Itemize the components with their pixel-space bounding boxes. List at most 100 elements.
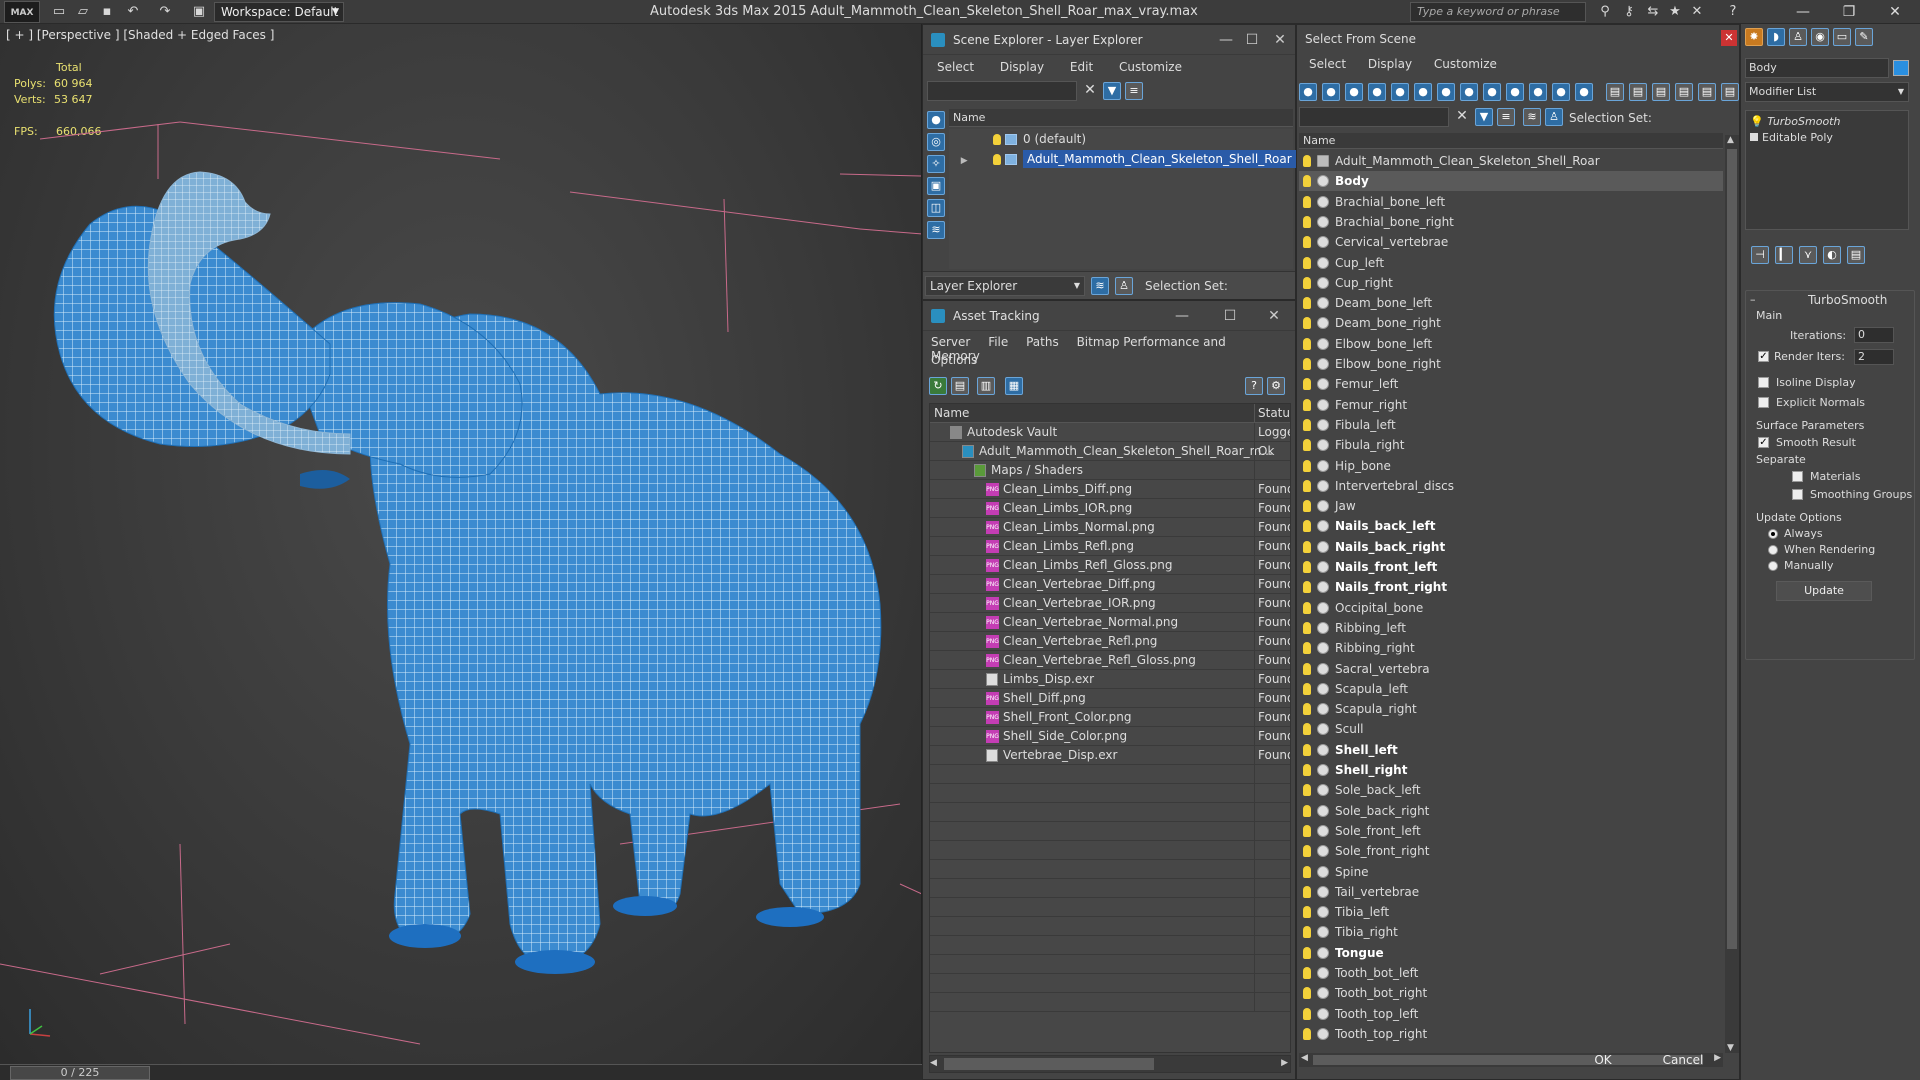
always-radio[interactable] <box>1768 529 1778 539</box>
light-bulb-icon[interactable] <box>1303 500 1311 513</box>
table-row[interactable]: PNG Clean_Vertebrae_Diff.png Found <box>930 575 1290 594</box>
menu-options[interactable]: Options <box>931 353 977 367</box>
table-row[interactable]: PNG Clean_Vertebrae_Normal.png Found <box>930 613 1290 632</box>
project-icon[interactable]: ▣ <box>190 3 208 21</box>
help-icon[interactable]: ? <box>1245 377 1263 395</box>
show-end-result-icon[interactable]: ▎ <box>1775 246 1793 264</box>
ok-button[interactable]: OK <box>1567 1049 1639 1073</box>
table-row[interactable]: Limbs_Disp.exr Found <box>930 670 1290 689</box>
display-children-icon[interactable]: ▤ <box>1698 83 1716 101</box>
light-bulb-icon[interactable] <box>1303 906 1311 919</box>
menu-file[interactable]: File <box>988 335 1008 349</box>
rollout-title[interactable]: TurboSmooth <box>1808 293 1887 307</box>
expand-arrow-icon[interactable]: ▶ <box>955 151 993 171</box>
light-bulb-icon[interactable] <box>1303 358 1311 370</box>
list-item[interactable]: Jaw <box>1299 496 1723 516</box>
frame-indicator[interactable]: 0 / 225 <box>10 1066 150 1080</box>
layer-mode-icon[interactable]: ≋ <box>1091 277 1109 295</box>
list-item[interactable]: Scapula_left <box>1299 679 1723 699</box>
light-bulb-icon[interactable] <box>1303 723 1311 736</box>
menu-select[interactable]: Select <box>937 60 974 74</box>
scroll-thumb[interactable] <box>944 1058 1154 1070</box>
table-row[interactable] <box>930 841 1290 860</box>
table-row[interactable] <box>930 860 1290 879</box>
list-item[interactable]: Scull <box>1299 719 1723 739</box>
stack-item-turbosmooth[interactable]: 💡 TurboSmooth <box>1750 115 1840 128</box>
layer-row-mammoth[interactable]: ▶ Adult_Mammoth_Clean_Skeleton_Shell_Roar <box>949 149 1296 171</box>
menu-select[interactable]: Select <box>1309 57 1346 71</box>
display-geometry-icon[interactable]: ● <box>927 111 945 129</box>
iterations-spinner[interactable]: 0 <box>1854 327 1894 343</box>
list-item[interactable]: Scapula_right <box>1299 699 1723 719</box>
configure-modifier-icon[interactable]: ▤ <box>1847 246 1865 264</box>
clear-icon[interactable]: ✕ <box>1081 82 1099 100</box>
vertical-scrollbar[interactable]: ▲ ▼ <box>1725 135 1739 1053</box>
list-item[interactable]: Deam_bone_right <box>1299 313 1723 333</box>
list-item[interactable]: Tail_vertebrae <box>1299 882 1723 902</box>
close-x-icon[interactable]: ✕ <box>1688 3 1706 21</box>
table-row[interactable]: PNG Clean_Vertebrae_Refl.png Found <box>930 632 1290 651</box>
close-button[interactable]: ✕ <box>1269 29 1291 51</box>
list-item[interactable]: Femur_right <box>1299 395 1723 415</box>
table-row[interactable] <box>930 993 1290 1012</box>
light-bulb-icon[interactable] <box>1303 215 1311 228</box>
save-icon[interactable]: ▪ <box>98 3 116 21</box>
clear-icon[interactable]: ✕ <box>1453 108 1471 126</box>
hierarchy-tab-icon[interactable]: ♙ <box>1789 28 1807 46</box>
display-helpers-icon[interactable]: ◫ <box>927 199 945 217</box>
menu-paths[interactable]: Paths <box>1026 335 1059 349</box>
light-bulb-icon[interactable] <box>1303 276 1311 289</box>
name-column-header[interactable]: Name <box>1299 133 1723 149</box>
find-input[interactable] <box>1299 107 1449 127</box>
restore-button[interactable]: ❐ <box>1830 0 1868 24</box>
table-view-icon[interactable]: ▦ <box>1005 377 1023 395</box>
find-case-icon[interactable]: ▤ <box>1721 83 1739 101</box>
light-bulb-icon[interactable] <box>1303 155 1311 167</box>
hierarchy-mode-icon[interactable]: ♙ <box>1115 277 1133 295</box>
light-bulb-icon[interactable] <box>1303 621 1311 634</box>
list-item[interactable]: Tibia_right <box>1299 922 1723 942</box>
table-row[interactable]: PNG Clean_Limbs_Diff.png Found <box>930 480 1290 499</box>
table-row[interactable] <box>930 765 1290 784</box>
make-unique-icon[interactable]: ⋎ <box>1799 246 1817 264</box>
light-bulb-icon[interactable] <box>1303 865 1311 878</box>
light-bulb-icon[interactable] <box>1303 175 1311 188</box>
close-button[interactable]: ✕ <box>1263 305 1285 327</box>
light-bulb-icon[interactable] <box>1303 256 1311 269</box>
list-item[interactable]: Cup_right <box>1299 273 1723 293</box>
light-bulb-icon[interactable] <box>1303 662 1311 675</box>
menu-customize[interactable]: Customize <box>1119 60 1182 74</box>
display-shapes-icon[interactable]: ◎ <box>927 133 945 151</box>
list-item[interactable]: Sacral_vertebra <box>1299 659 1723 679</box>
scroll-left-icon[interactable]: ◀ <box>930 1058 942 1068</box>
workspace-dropdown[interactable]: Workspace: Default ▼ <box>214 2 344 22</box>
light-bulb-icon[interactable] <box>1303 581 1311 594</box>
settings-icon[interactable]: ⚙ <box>1267 377 1285 395</box>
light-bulb-icon[interactable] <box>1303 439 1311 452</box>
scene-explorer-titlebar[interactable]: Scene Explorer - Layer Explorer — ☐ ✕ <box>923 25 1295 55</box>
scroll-right-icon[interactable]: ▶ <box>1281 1058 1288 1068</box>
render-iters-spinner[interactable]: 2 <box>1854 349 1894 365</box>
display-spacewarps-icon[interactable]: ● <box>1414 83 1432 101</box>
display-geometry-icon[interactable]: ● <box>1299 83 1317 101</box>
light-bulb-icon[interactable] <box>1303 784 1311 797</box>
list-item[interactable]: Ribbing_left <box>1299 618 1723 638</box>
light-bulb-icon[interactable] <box>1303 804 1311 817</box>
light-bulb-icon[interactable] <box>1303 459 1311 472</box>
sort-icon[interactable]: ≡ <box>1125 82 1143 100</box>
minimize-button[interactable]: — <box>1784 0 1822 24</box>
status-column-header[interactable]: Status <box>1254 404 1290 423</box>
perspective-viewport[interactable]: [ + ] [Perspective ] [Shaded + Edged Fac… <box>0 24 922 1064</box>
table-row[interactable]: PNG Clean_Limbs_Normal.png Found <box>930 518 1290 537</box>
open-file-icon[interactable]: ▱ <box>74 3 92 21</box>
table-row[interactable]: PNG Clean_Vertebrae_IOR.png Found <box>930 594 1290 613</box>
materials-checkbox[interactable] <box>1792 471 1803 482</box>
update-button[interactable]: Update <box>1776 581 1872 601</box>
minimize-button[interactable]: — <box>1215 29 1237 51</box>
create-tab-icon[interactable]: ✸ <box>1745 28 1763 46</box>
table-row[interactable] <box>930 879 1290 898</box>
light-bulb-icon[interactable] <box>1303 520 1311 533</box>
details-view-icon[interactable]: ▥ <box>977 377 995 395</box>
light-bulb-icon[interactable] <box>1303 824 1311 837</box>
display-helpers-icon[interactable]: ● <box>1391 83 1409 101</box>
